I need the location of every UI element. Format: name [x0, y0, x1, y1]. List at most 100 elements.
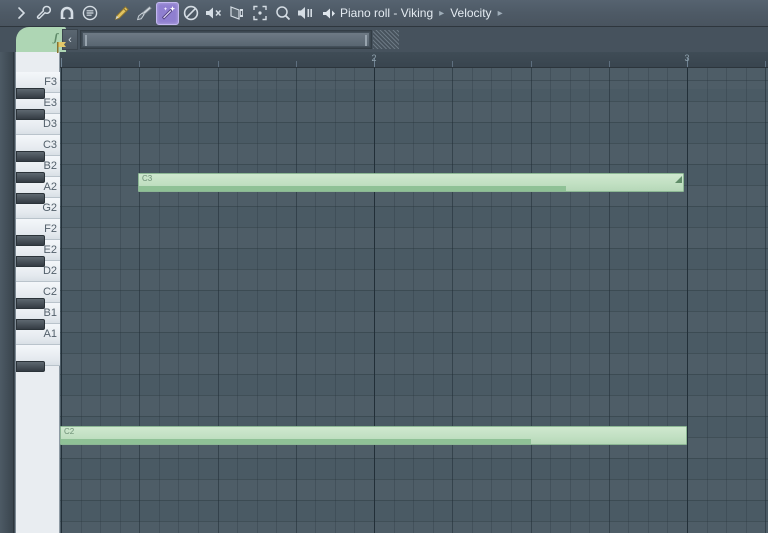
zoom-tool-icon[interactable]: [271, 2, 294, 25]
grid-row-shade: [60, 311, 768, 332]
piano-key-black[interactable]: [16, 256, 45, 267]
grid-beat-line: [765, 68, 766, 533]
piano-key-label: B1: [43, 307, 57, 319]
piano-key-black[interactable]: [16, 193, 45, 204]
note-velocity-bar[interactable]: [139, 186, 566, 191]
breadcrumb: Piano roll - Viking ▸ Velocity ▸: [320, 2, 507, 25]
grid-row-line: [60, 374, 768, 375]
piano-key-label: F2: [44, 223, 57, 235]
grid-beat-line: [315, 68, 316, 533]
grid-row-shade: [60, 143, 768, 164]
grid-beat-line: [491, 68, 492, 533]
grid-row-shade: [60, 68, 768, 89]
grid-row-shade: [60, 395, 768, 416]
ruler-bar-number: 3: [684, 53, 690, 63]
ruler-tick: [765, 61, 767, 67]
slice-tool-icon[interactable]: [225, 2, 248, 25]
draw-pencil-icon[interactable]: [110, 2, 133, 25]
horizontal-scrollbar-thumb[interactable]: [82, 32, 370, 47]
grid-beat-line: [276, 68, 277, 533]
grid-row-shade: [60, 521, 768, 533]
piano-key-black[interactable]: [16, 298, 45, 309]
delete-tool-icon[interactable]: [179, 2, 202, 25]
piano-keyboard[interactable]: F3 E3 D3 C3 B2 A2 G2 F2 E2 D2 C2 B1 A1: [15, 52, 61, 533]
arrow-right-icon[interactable]: [9, 2, 32, 25]
note-resize-handle[interactable]: [675, 176, 682, 183]
grid-beat-line: [726, 68, 727, 533]
ruler-tick: [139, 61, 141, 67]
piano-key-label: G2: [42, 202, 57, 214]
grid-row-line: [60, 248, 768, 249]
grid-row-line: [60, 80, 768, 81]
grid-beat-line: [707, 68, 708, 533]
breadcrumb-item-pianoroll[interactable]: Piano roll - Viking: [338, 6, 435, 20]
grid-beat-line: [335, 68, 336, 533]
grid-row-line: [60, 458, 768, 459]
speaker-icon: [320, 2, 338, 25]
grid-beat-line: [296, 68, 297, 533]
paint-brush-icon[interactable]: [133, 2, 156, 25]
ruler-tick: [608, 61, 610, 67]
piano-key-label: A1: [43, 328, 57, 340]
menu-list-icon[interactable]: [78, 2, 101, 25]
ruler-tick: [61, 58, 62, 67]
grid-beat-line: [120, 68, 121, 533]
breadcrumb-item-velocity[interactable]: Velocity: [448, 6, 493, 20]
grid-beat-line: [198, 68, 199, 533]
piano-key-black[interactable]: [16, 235, 45, 246]
grid-row-shade: [60, 353, 768, 374]
grid-row-line: [60, 164, 768, 165]
piano-key-black[interactable]: [16, 361, 45, 372]
grid-row-shade: [60, 227, 768, 248]
note-c3[interactable]: C3: [138, 173, 684, 192]
piano-key-label: F3: [44, 76, 57, 88]
note-velocity-bar[interactable]: [61, 439, 531, 444]
playback-tool-icon[interactable]: [294, 2, 317, 25]
piano-key-label: D2: [42, 265, 57, 277]
grid-beat-line: [472, 68, 473, 533]
note-label: C3: [142, 174, 153, 183]
magic-wand-icon[interactable]: [156, 1, 179, 25]
grid-beat-line: [178, 68, 179, 533]
grid-row-shade: [60, 101, 768, 122]
grid-beat-line: [531, 68, 532, 533]
grid-row-line: [60, 206, 768, 207]
grid-beat-line: [100, 68, 101, 533]
keyboard-rail: [0, 52, 14, 533]
piano-key-black[interactable]: [16, 109, 45, 120]
resize-grip[interactable]: [373, 30, 399, 49]
mute-tool-icon[interactable]: [202, 2, 225, 25]
grid-bar-line: [61, 68, 62, 533]
piano-key-black[interactable]: [16, 88, 45, 99]
piano-key-label: E2: [43, 244, 57, 256]
grid-beat-line: [433, 68, 434, 533]
piano-roll-grid[interactable]: C3 C2: [60, 68, 768, 533]
note-c2[interactable]: C2: [60, 426, 687, 445]
select-tool-icon[interactable]: [248, 2, 271, 25]
ruler-tick: [217, 61, 219, 67]
keyboard-gutter: F3 E3 D3 C3 B2 A2 G2 F2 E2 D2 C2 B1 A1: [0, 52, 61, 533]
grid-row-shade: [60, 269, 768, 290]
breadcrumb-separator-1: ▸: [439, 7, 445, 19]
wrench-icon[interactable]: [32, 2, 55, 25]
grid-beat-line: [589, 68, 590, 533]
grid-beat-line: [394, 68, 395, 533]
ruler-tick: [530, 61, 532, 67]
grid-beat-line: [746, 68, 747, 533]
piano-key-label: A2: [43, 181, 57, 193]
piano-key-black[interactable]: [16, 319, 45, 330]
piano-key-black[interactable]: [16, 172, 45, 183]
grid-beat-line: [667, 68, 668, 533]
grid-beat-line: [257, 68, 258, 533]
timeline-ruler[interactable]: 23: [60, 52, 768, 68]
piano-key-black[interactable]: [16, 151, 45, 162]
grid-beat-line: [237, 68, 238, 533]
grid-beat-line: [218, 68, 219, 533]
grid-row-line: [60, 332, 768, 333]
grid-row-line: [60, 122, 768, 123]
marker-flag-icon: [57, 42, 66, 53]
top-toolbar: Piano roll - Viking ▸ Velocity ▸: [0, 0, 768, 27]
horizontal-scrollbar[interactable]: [80, 30, 372, 49]
magnet-snap-icon[interactable]: [55, 2, 78, 25]
